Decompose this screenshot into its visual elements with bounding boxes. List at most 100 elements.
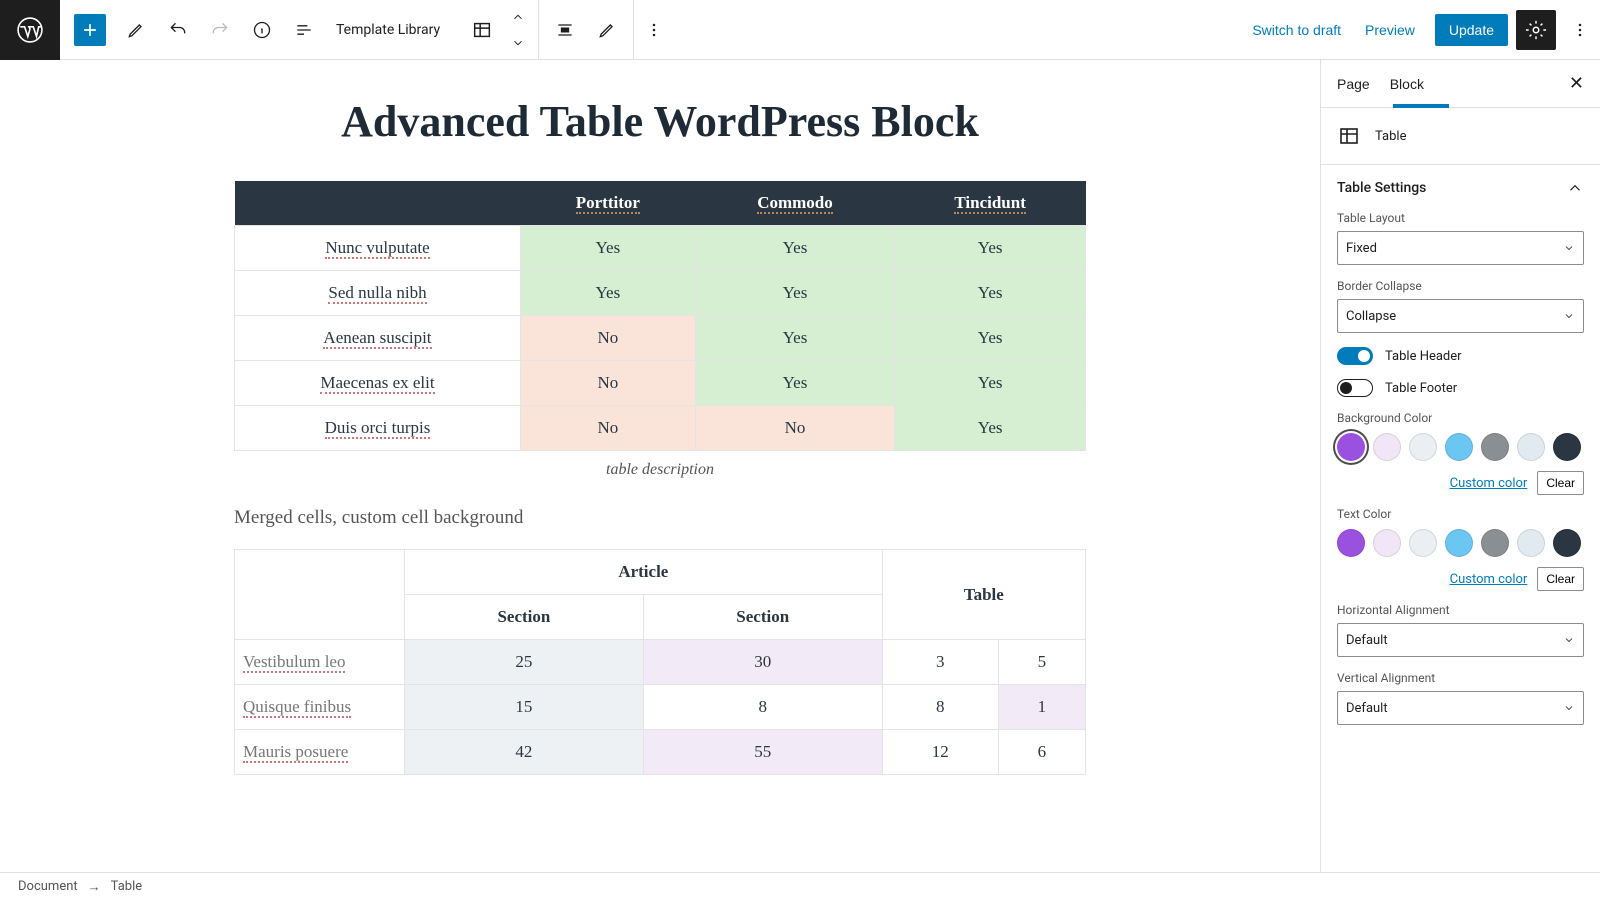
preview-button[interactable]: Preview xyxy=(1353,14,1427,46)
color-swatch[interactable] xyxy=(1373,529,1401,557)
table-caption[interactable]: table description xyxy=(606,461,714,479)
wordpress-logo[interactable] xyxy=(0,0,60,60)
color-swatch[interactable] xyxy=(1373,433,1401,461)
more-options-button[interactable] xyxy=(634,10,674,50)
table-cell[interactable]: 1 xyxy=(998,685,1085,730)
style-button[interactable] xyxy=(587,10,627,50)
breadcrumb-item[interactable]: Document xyxy=(18,879,78,894)
table-cell[interactable]: 42 xyxy=(405,730,644,775)
table-row-label[interactable]: Mauris posuere xyxy=(235,730,405,775)
table-header[interactable]: Article xyxy=(405,550,883,595)
table-header-toggle[interactable] xyxy=(1337,347,1373,365)
align-button[interactable] xyxy=(545,10,585,50)
table-cell[interactable]: Yes xyxy=(895,316,1086,361)
table-cell[interactable]: 5 xyxy=(998,640,1085,685)
add-block-button[interactable] xyxy=(74,14,106,46)
chevron-down-icon xyxy=(511,36,525,50)
table-cell[interactable]: Yes xyxy=(895,226,1086,271)
table-cell[interactable]: No xyxy=(520,406,695,451)
table-block-button[interactable] xyxy=(462,10,502,50)
vertical-align-select[interactable]: Default xyxy=(1337,691,1584,725)
table-footer-toggle[interactable] xyxy=(1337,379,1373,397)
color-swatch[interactable] xyxy=(1409,529,1437,557)
top-more-button[interactable] xyxy=(1560,10,1600,50)
clear-button[interactable]: Clear xyxy=(1537,567,1584,591)
table-header[interactable]: Table xyxy=(882,550,1085,640)
table-header[interactable]: Commodo xyxy=(695,181,895,226)
panel-table-settings[interactable]: Table Settings xyxy=(1321,165,1600,211)
color-swatch[interactable] xyxy=(1337,529,1365,557)
horizontal-align-select[interactable]: Default xyxy=(1337,623,1584,657)
color-swatch[interactable] xyxy=(1337,433,1365,461)
section-subhead[interactable]: Merged cells, custom cell background xyxy=(234,507,1086,529)
tab-block[interactable]: Block xyxy=(1390,60,1424,108)
table-layout-select[interactable]: Fixed xyxy=(1337,231,1584,265)
color-swatch[interactable] xyxy=(1553,433,1581,461)
table-cell[interactable]: Yes xyxy=(695,226,895,271)
template-library-label[interactable]: Template Library xyxy=(326,22,450,38)
switch-to-draft-button[interactable]: Switch to draft xyxy=(1240,14,1353,46)
update-button[interactable]: Update xyxy=(1435,14,1508,46)
color-swatch[interactable] xyxy=(1445,529,1473,557)
table-row-label[interactable]: Sed nulla nibh xyxy=(235,271,521,316)
tab-page[interactable]: Page xyxy=(1337,60,1370,108)
table-cell[interactable]: Yes xyxy=(695,316,895,361)
table-header[interactable]: Section xyxy=(643,595,882,640)
table-cell[interactable]: Yes xyxy=(895,406,1086,451)
table-cell[interactable]: 6 xyxy=(998,730,1085,775)
border-collapse-select[interactable]: Collapse xyxy=(1337,299,1584,333)
table-row-label[interactable]: Quisque finibus xyxy=(235,685,405,730)
breadcrumb-item[interactable]: Table xyxy=(111,879,142,894)
color-swatch[interactable] xyxy=(1481,529,1509,557)
table-cell[interactable]: Yes xyxy=(520,226,695,271)
table-cell[interactable]: Yes xyxy=(895,271,1086,316)
table-row-label[interactable]: Nunc vulputate xyxy=(235,226,521,271)
table-row-label[interactable]: Vestibulum leo xyxy=(235,640,405,685)
table-cell[interactable]: Yes xyxy=(695,271,895,316)
table-header[interactable]: Tincidunt xyxy=(895,181,1086,226)
table-header[interactable]: Porttitor xyxy=(520,181,695,226)
table-cell[interactable]: 8 xyxy=(643,685,882,730)
table-cell[interactable]: Yes xyxy=(695,361,895,406)
outline-button[interactable] xyxy=(284,10,324,50)
custom-color-link[interactable]: Custom color xyxy=(1450,476,1528,491)
table-cell[interactable]: No xyxy=(520,316,695,361)
table-cell[interactable]: 30 xyxy=(643,640,882,685)
table-header[interactable] xyxy=(235,181,521,226)
table-cell[interactable]: 25 xyxy=(405,640,644,685)
editor-canvas[interactable]: Advanced Table WordPress Block Porttitor… xyxy=(0,60,1320,872)
table-row-label[interactable]: Aenean suscipit xyxy=(235,316,521,361)
clear-button[interactable]: Clear xyxy=(1537,471,1584,495)
merged-table[interactable]: Article Table Section Section Vestibulum… xyxy=(234,549,1086,775)
custom-color-link[interactable]: Custom color xyxy=(1450,572,1528,587)
table-header[interactable]: Section xyxy=(405,595,644,640)
features-table[interactable]: PorttitorCommodoTincidunt Nunc vulputate… xyxy=(234,181,1086,451)
edit-mode-button[interactable] xyxy=(116,10,156,50)
color-swatch[interactable] xyxy=(1517,433,1545,461)
close-sidebar-button[interactable]: ✕ xyxy=(1569,73,1584,94)
color-swatch[interactable] xyxy=(1481,433,1509,461)
move-down-button[interactable] xyxy=(504,30,532,56)
table-cell[interactable]: No xyxy=(695,406,895,451)
table-cell[interactable]: No xyxy=(520,361,695,406)
undo-button[interactable] xyxy=(158,10,198,50)
table-cell[interactable]: 8 xyxy=(882,685,998,730)
table-cell[interactable]: 15 xyxy=(405,685,644,730)
table-row-label[interactable]: Maecenas ex elit xyxy=(235,361,521,406)
page-title[interactable]: Advanced Table WordPress Block xyxy=(341,96,979,147)
color-swatch[interactable] xyxy=(1517,529,1545,557)
table-row-label[interactable]: Duis orci turpis xyxy=(235,406,521,451)
settings-toggle-button[interactable] xyxy=(1516,10,1556,50)
info-button[interactable] xyxy=(242,10,282,50)
table-cell[interactable]: Yes xyxy=(895,361,1086,406)
table-cell[interactable]: 3 xyxy=(882,640,998,685)
table-cell[interactable]: 55 xyxy=(643,730,882,775)
table-cell[interactable]: 12 xyxy=(882,730,998,775)
table-cell[interactable]: Yes xyxy=(520,271,695,316)
color-swatch[interactable] xyxy=(1553,529,1581,557)
redo-button[interactable] xyxy=(200,10,240,50)
move-up-button[interactable] xyxy=(504,4,532,30)
wordpress-icon xyxy=(17,17,43,43)
color-swatch[interactable] xyxy=(1409,433,1437,461)
color-swatch[interactable] xyxy=(1445,433,1473,461)
